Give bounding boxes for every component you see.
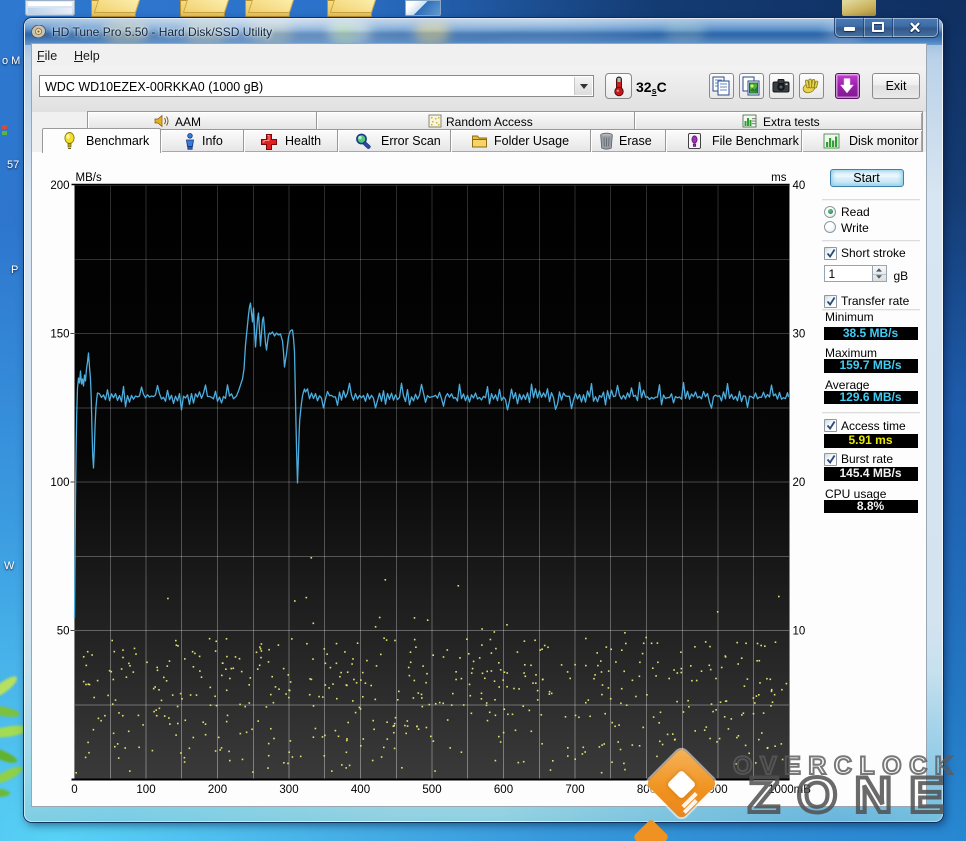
svg-text:150: 150 [50, 329, 69, 341]
svg-text:50: 50 [56, 626, 69, 638]
svg-text:900: 900 [708, 784, 727, 796]
svg-text:10: 10 [792, 626, 805, 638]
svg-text:20: 20 [792, 477, 805, 489]
svg-text:ms: ms [771, 172, 787, 184]
svg-text:0: 0 [71, 784, 77, 796]
svg-text:200: 200 [50, 180, 69, 192]
svg-text:100: 100 [136, 784, 155, 796]
svg-text:600: 600 [493, 784, 512, 796]
svg-text:200: 200 [207, 784, 226, 796]
svg-text:800: 800 [636, 784, 655, 796]
svg-text:100: 100 [50, 477, 69, 489]
svg-text:400: 400 [350, 784, 369, 796]
svg-text:40: 40 [792, 180, 805, 192]
svg-text:30: 30 [792, 329, 805, 341]
svg-text:MB/s: MB/s [75, 172, 101, 184]
svg-text:700: 700 [565, 784, 584, 796]
svg-text:300: 300 [279, 784, 298, 796]
svg-text:500: 500 [422, 784, 441, 796]
svg-text:1000mB: 1000mB [768, 784, 811, 796]
